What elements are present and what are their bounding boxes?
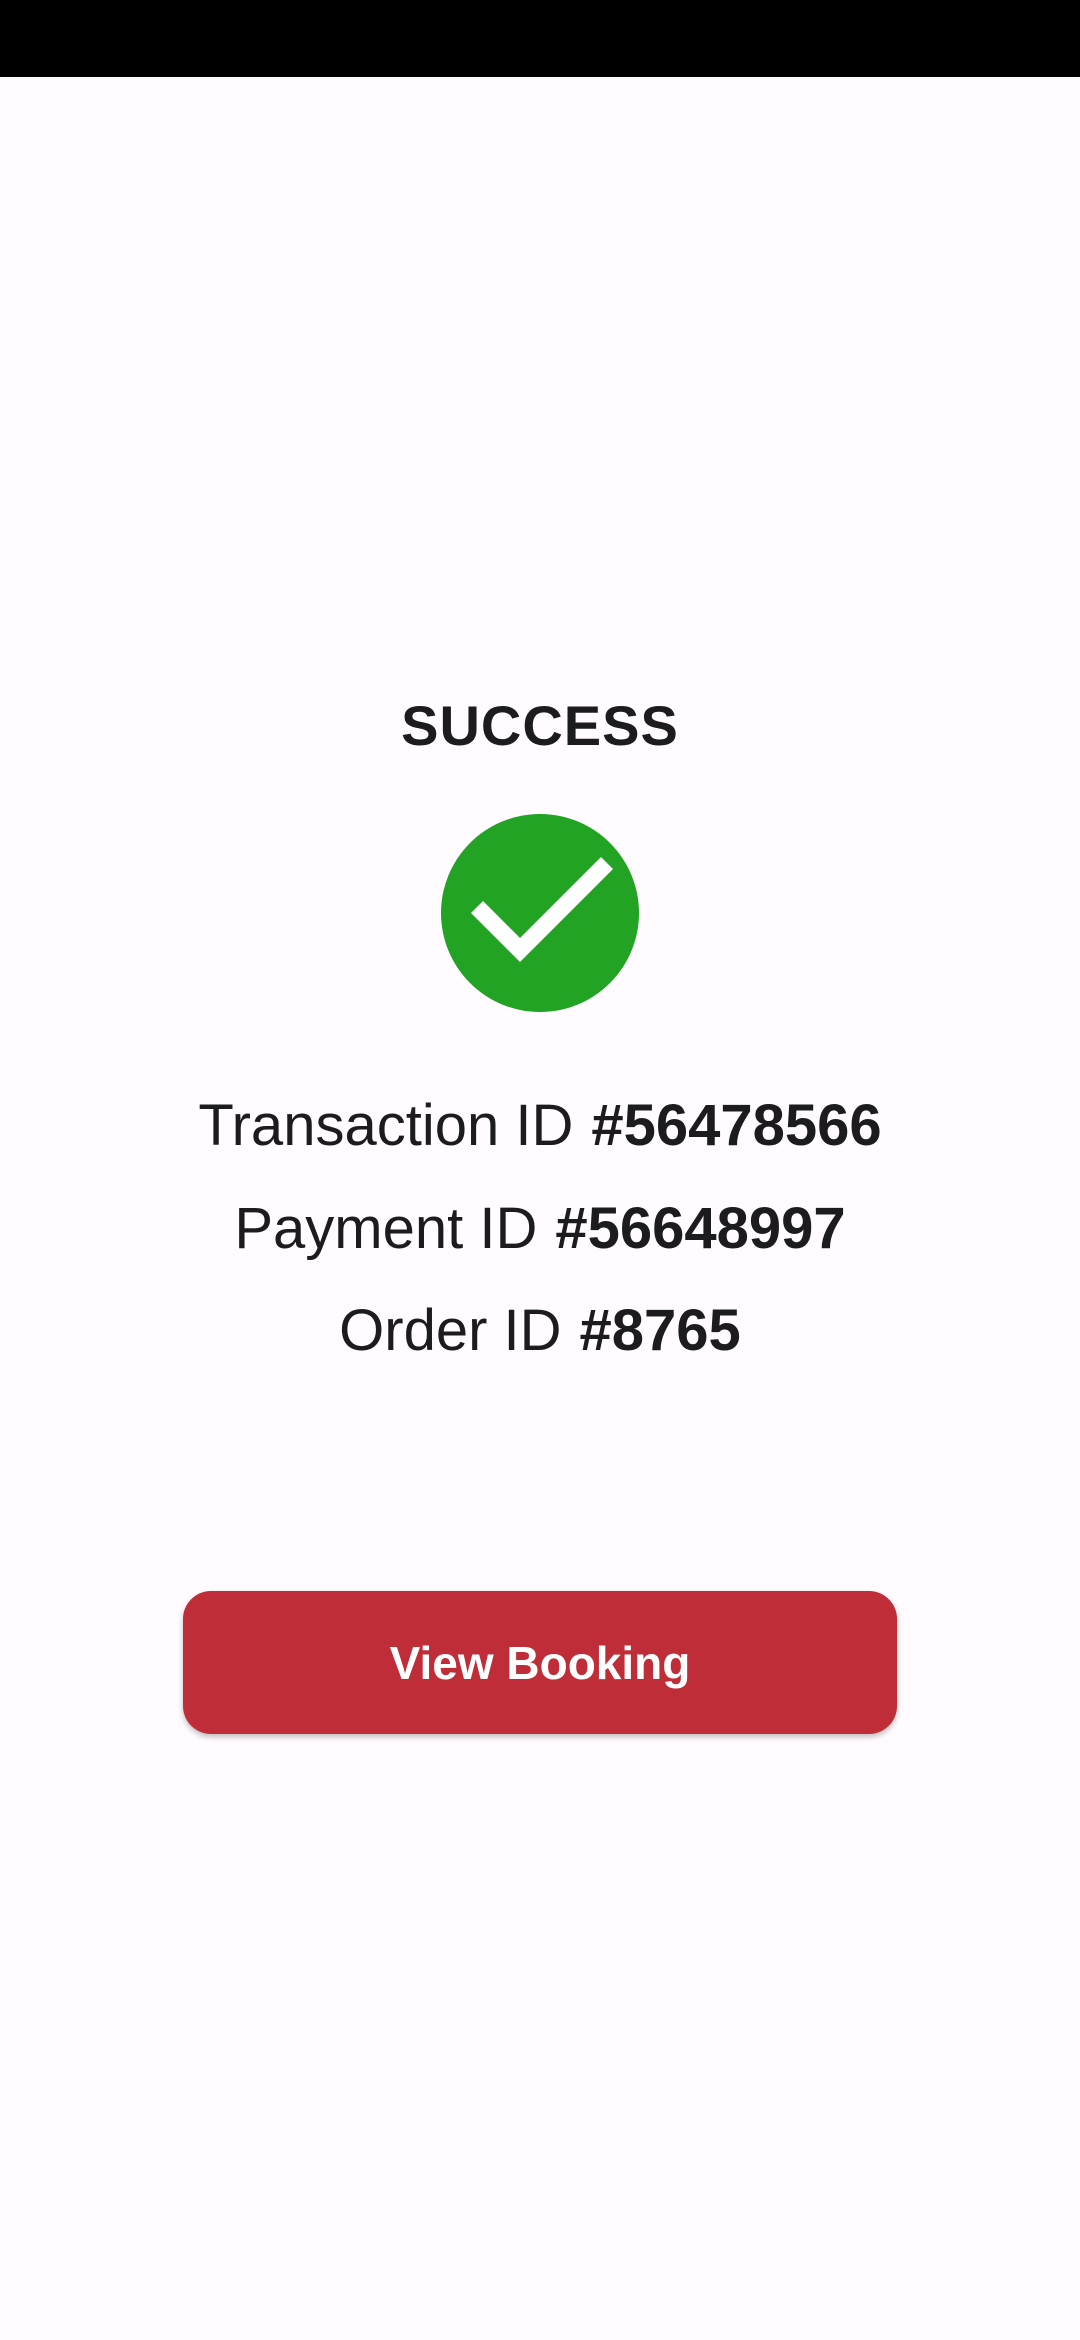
transaction-id-label: Transaction ID: [198, 1093, 574, 1158]
transaction-id-value: #56478566: [591, 1093, 882, 1158]
order-id-label: Order ID: [339, 1298, 562, 1363]
order-id-row: Order ID #8765: [0, 1295, 1080, 1367]
payment-id-value: #56648997: [555, 1196, 846, 1261]
payment-id-row: Payment ID #56648997: [0, 1193, 1080, 1265]
transaction-id-row: Transaction ID #56478566: [0, 1090, 1080, 1162]
order-id-value: #8765: [579, 1298, 741, 1363]
view-booking-button[interactable]: View Booking: [183, 1591, 897, 1734]
payment-id-label: Payment ID: [234, 1196, 538, 1261]
status-bar: [0, 0, 1080, 77]
checkmark-circle-icon: [441, 814, 639, 1012]
page-title: SUCCESS: [401, 694, 679, 757]
checkmark-icon: [470, 856, 614, 963]
view-booking-label: View Booking: [389, 1636, 691, 1689]
